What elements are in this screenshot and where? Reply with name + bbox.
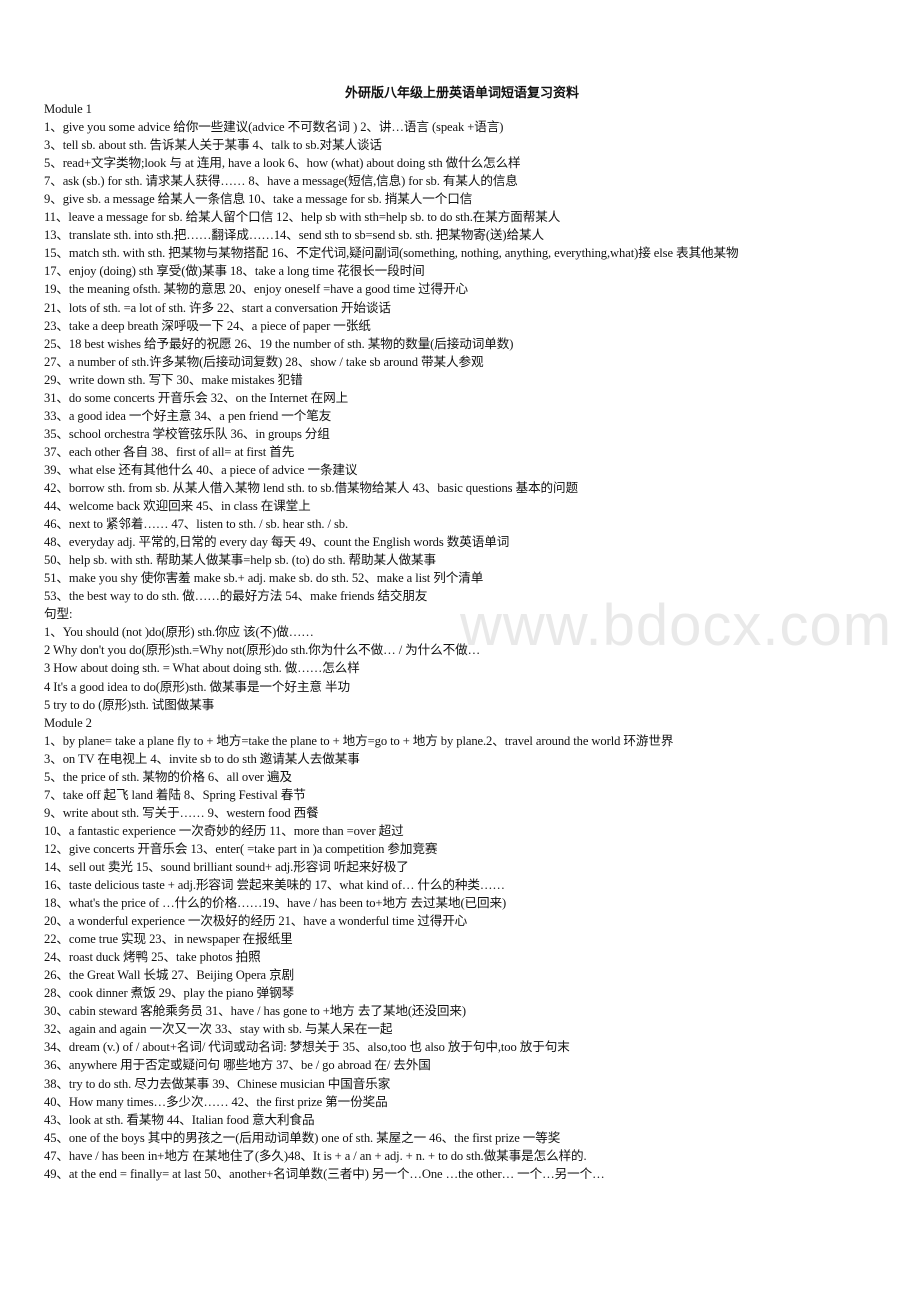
text-line: 7、ask (sb.) for sth. 请求某人获得…… 8、have a m…: [44, 174, 518, 189]
text-line: 24、roast duck 烤鸭 25、take photos 拍照: [44, 950, 261, 965]
text-line: 10、a fantastic experience 一次奇妙的经历 11、mor…: [44, 823, 404, 838]
text-line: 28、cook dinner 煮饭 29、play the piano 弹钢琴: [44, 986, 295, 1001]
text-line: 19、the meaning ofsth. 某物的意思 20、enjoy one…: [44, 282, 468, 297]
text-line: 23、take a deep breath 深呼吸一下 24、a piece o…: [44, 318, 371, 333]
text-line: 32、again and again 一次又一次 33、stay with sb…: [44, 1022, 393, 1037]
text-line: 9、give sb. a message 给某人一条信息 10、take a m…: [44, 192, 473, 207]
text-line: 47、have / has been in+地方 在某地住了(多久)48、It …: [44, 1148, 587, 1163]
text-line: 20、a wonderful experience 一次极好的经历 21、hav…: [44, 914, 468, 929]
text-line: 17、enjoy (doing) sth 享受(做)某事 18、take a l…: [44, 264, 425, 279]
text-line: Module 1: [44, 102, 92, 116]
text-line: 2 Why don't you do(原形)sth.=Why not(原形)do…: [44, 643, 481, 658]
text-line: 7、take off 起飞 land 着陆 8、Spring Festival …: [44, 787, 306, 802]
text-line: 36、anywhere 用于否定或疑问句 哪些地方 37、be / go abr…: [44, 1058, 431, 1073]
text-line: 29、write down sth. 写下 30、make mistakes 犯…: [44, 372, 303, 387]
text-line: 34、dream (v.) of / about+名词/ 代词或动名词: 梦想关…: [44, 1040, 570, 1055]
text-line: 5 try to do (原形)sth. 试图做某事: [44, 697, 215, 712]
text-line: 9、write about sth. 写关于…… 9、western food …: [44, 805, 319, 820]
text-line: 5、read+文字类物;look 与 at 连用, have a look 6、…: [44, 156, 521, 171]
text-line: 46、next to 紧邻着…… 47、listen to sth. / sb.…: [44, 517, 348, 532]
text-line: 40、How many times…多少次…… 42、the first pri…: [44, 1094, 388, 1109]
text-line: 3、tell sb. about sth. 告诉某人关于某事 4、talk to…: [44, 138, 382, 153]
text-line: 11、leave a message for sb. 给某人留个口信 12、he…: [44, 210, 561, 225]
text-line: 50、help sb. with sth. 帮助某人做某事=help sb. (…: [44, 553, 436, 568]
text-line: 38、try to do sth. 尽力去做某事 39、Chinese musi…: [44, 1076, 391, 1091]
document-page: www.bdocx.com 外研版八年级上册英语单词短语复习资料 Module …: [0, 0, 920, 1302]
text-line: 15、match sth. with sth. 把某物与某物搭配 16、不定代词…: [44, 246, 739, 261]
text-line: 1、by plane= take a plane fly to + 地方=tak…: [44, 733, 674, 748]
text-line: 12、give concerts 开音乐会 13、enter( =take pa…: [44, 841, 438, 856]
text-line: Module 2: [44, 715, 92, 730]
text-line: 51、make you shy 使你害羞 make sb.+ adj. make…: [44, 571, 484, 586]
text-line: 31、do some concerts 开音乐会 32、on the Inter…: [44, 390, 349, 405]
text-line: 4 It's a good idea to do(原形)sth. 做某事是一个好…: [44, 679, 350, 694]
text-line: 1、You should (not )do(原形) sth.你应 该(不)做……: [44, 625, 314, 640]
document-body: Module 1 1、give you some advice 给你一些建议(ad…: [44, 100, 904, 1183]
text-line: 33、a good idea 一个好主意 34、a pen friend 一个笔…: [44, 408, 332, 423]
text-line: 14、sell out 卖光 15、sound brilliant sound+…: [44, 859, 409, 874]
text-line: 句型:: [44, 607, 73, 622]
text-line: 16、taste delicious taste + adj.形容词 尝起来美味…: [44, 878, 505, 893]
text-line: 3、on TV 在电视上 4、invite sb to do sth 邀请某人去…: [44, 751, 360, 766]
text-line: 35、school orchestra 学校管弦乐队 36、in groups …: [44, 426, 330, 441]
text-line: 1、give you some advice 给你一些建议(advice 不可数…: [44, 120, 504, 135]
text-line: 25、18 best wishes 给予最好的祝愿 26、19 the numb…: [44, 336, 514, 351]
text-line: 3 How about doing sth. = What about doin…: [44, 661, 360, 676]
text-line: 39、what else 还有其他什么 40、a piece of advice…: [44, 462, 358, 477]
text-line: 18、what's the price of …什么的价格……19、have /…: [44, 896, 507, 911]
text-line: 5、the price of sth. 某物的价格 6、all over 遍及: [44, 769, 292, 784]
text-line: 30、cabin steward 客舱乘务员 31、have / has gon…: [44, 1004, 466, 1019]
text-line: 13、translate sth. into sth.把……翻译成……14、se…: [44, 228, 544, 243]
text-line: 45、one of the boys 其中的男孩之一(后用动词单数) one o…: [44, 1130, 561, 1145]
text-line: 49、at the end = finally= at last 50、anot…: [44, 1166, 605, 1181]
text-line: 26、the Great Wall 长城 27、Beijing Opera 京剧: [44, 968, 295, 983]
text-line: 37、each other 各自 38、first of all= at fir…: [44, 444, 295, 459]
text-line: 42、borrow sth. from sb. 从某人借入某物 lend sth…: [44, 480, 578, 495]
text-line: 44、welcome back 欢迎回来 45、in class 在课堂上: [44, 499, 311, 514]
text-line: 22、come true 实现 23、in newspaper 在报纸里: [44, 932, 293, 947]
text-line: 27、a number of sth.许多某物(后接动词复数) 28、show …: [44, 354, 484, 369]
text-line: 21、lots of sth. =a lot of sth. 许多 22、sta…: [44, 300, 391, 315]
text-line: 53、the best way to do sth. 做……的最好方法 54、m…: [44, 589, 428, 604]
text-line: 43、look at sth. 看某物 44、Italian food 意大利食…: [44, 1112, 315, 1127]
document-title: 外研版八年级上册英语单词短语复习资料: [344, 85, 579, 100]
text-line: 48、everyday adj. 平常的,日常的 every day 每天 49…: [44, 535, 510, 550]
